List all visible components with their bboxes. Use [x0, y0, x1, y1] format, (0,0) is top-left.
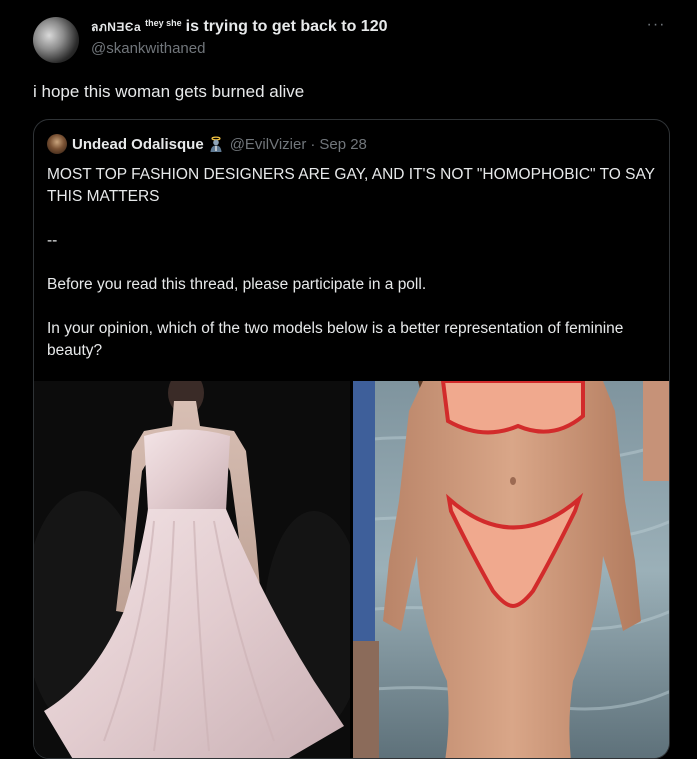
quoted-paragraph: --	[47, 232, 58, 249]
display-name[interactable]: ลภNƎЄa they she is trying to get back to…	[91, 18, 647, 37]
quoted-avatar[interactable]	[47, 134, 67, 154]
tweet: ลภNƎЄa they she is trying to get back to…	[0, 0, 697, 759]
runway-model-white-gown-image[interactable]	[34, 381, 350, 758]
pronouns: they she	[145, 18, 182, 28]
more-dots-icon[interactable]: ···	[645, 17, 667, 38]
quoted-date[interactable]: Sep 28	[319, 136, 367, 153]
quoted-tweet[interactable]: Undead Odalisque @EvilVizier · Sep 28 MO…	[33, 119, 670, 759]
tweet-text: i hope this woman gets burned alive	[33, 82, 305, 101]
quoted-text: MOST TOP FASHION DESIGNERS ARE GAY, AND …	[47, 164, 659, 362]
avatar[interactable]	[33, 17, 79, 63]
quoted-name[interactable]: Undead Odalisque	[72, 136, 204, 153]
quoted-tweet-header: Undead Odalisque @EvilVizier · Sep 28	[47, 134, 367, 154]
model-red-bikini-image[interactable]	[353, 381, 669, 758]
quoted-paragraph: In your opinion, which of the two models…	[47, 320, 624, 359]
display-name-suffix: is trying to get back to 120	[185, 18, 388, 35]
quoted-paragraph: Before you read this thread, please part…	[47, 276, 427, 293]
tweet-header: ลภNƎЄa they she is trying to get back to…	[91, 18, 647, 57]
display-name-text: ลภNƎЄa	[91, 20, 142, 34]
quoted-paragraph: MOST TOP FASHION DESIGNERS ARE GAY, AND …	[47, 166, 655, 205]
user-handle[interactable]: @skankwithaned	[91, 40, 647, 57]
saint-emoji-icon	[210, 136, 222, 152]
quoted-handle[interactable]: @EvilVizier	[230, 136, 307, 153]
separator-dot: ·	[310, 135, 316, 153]
